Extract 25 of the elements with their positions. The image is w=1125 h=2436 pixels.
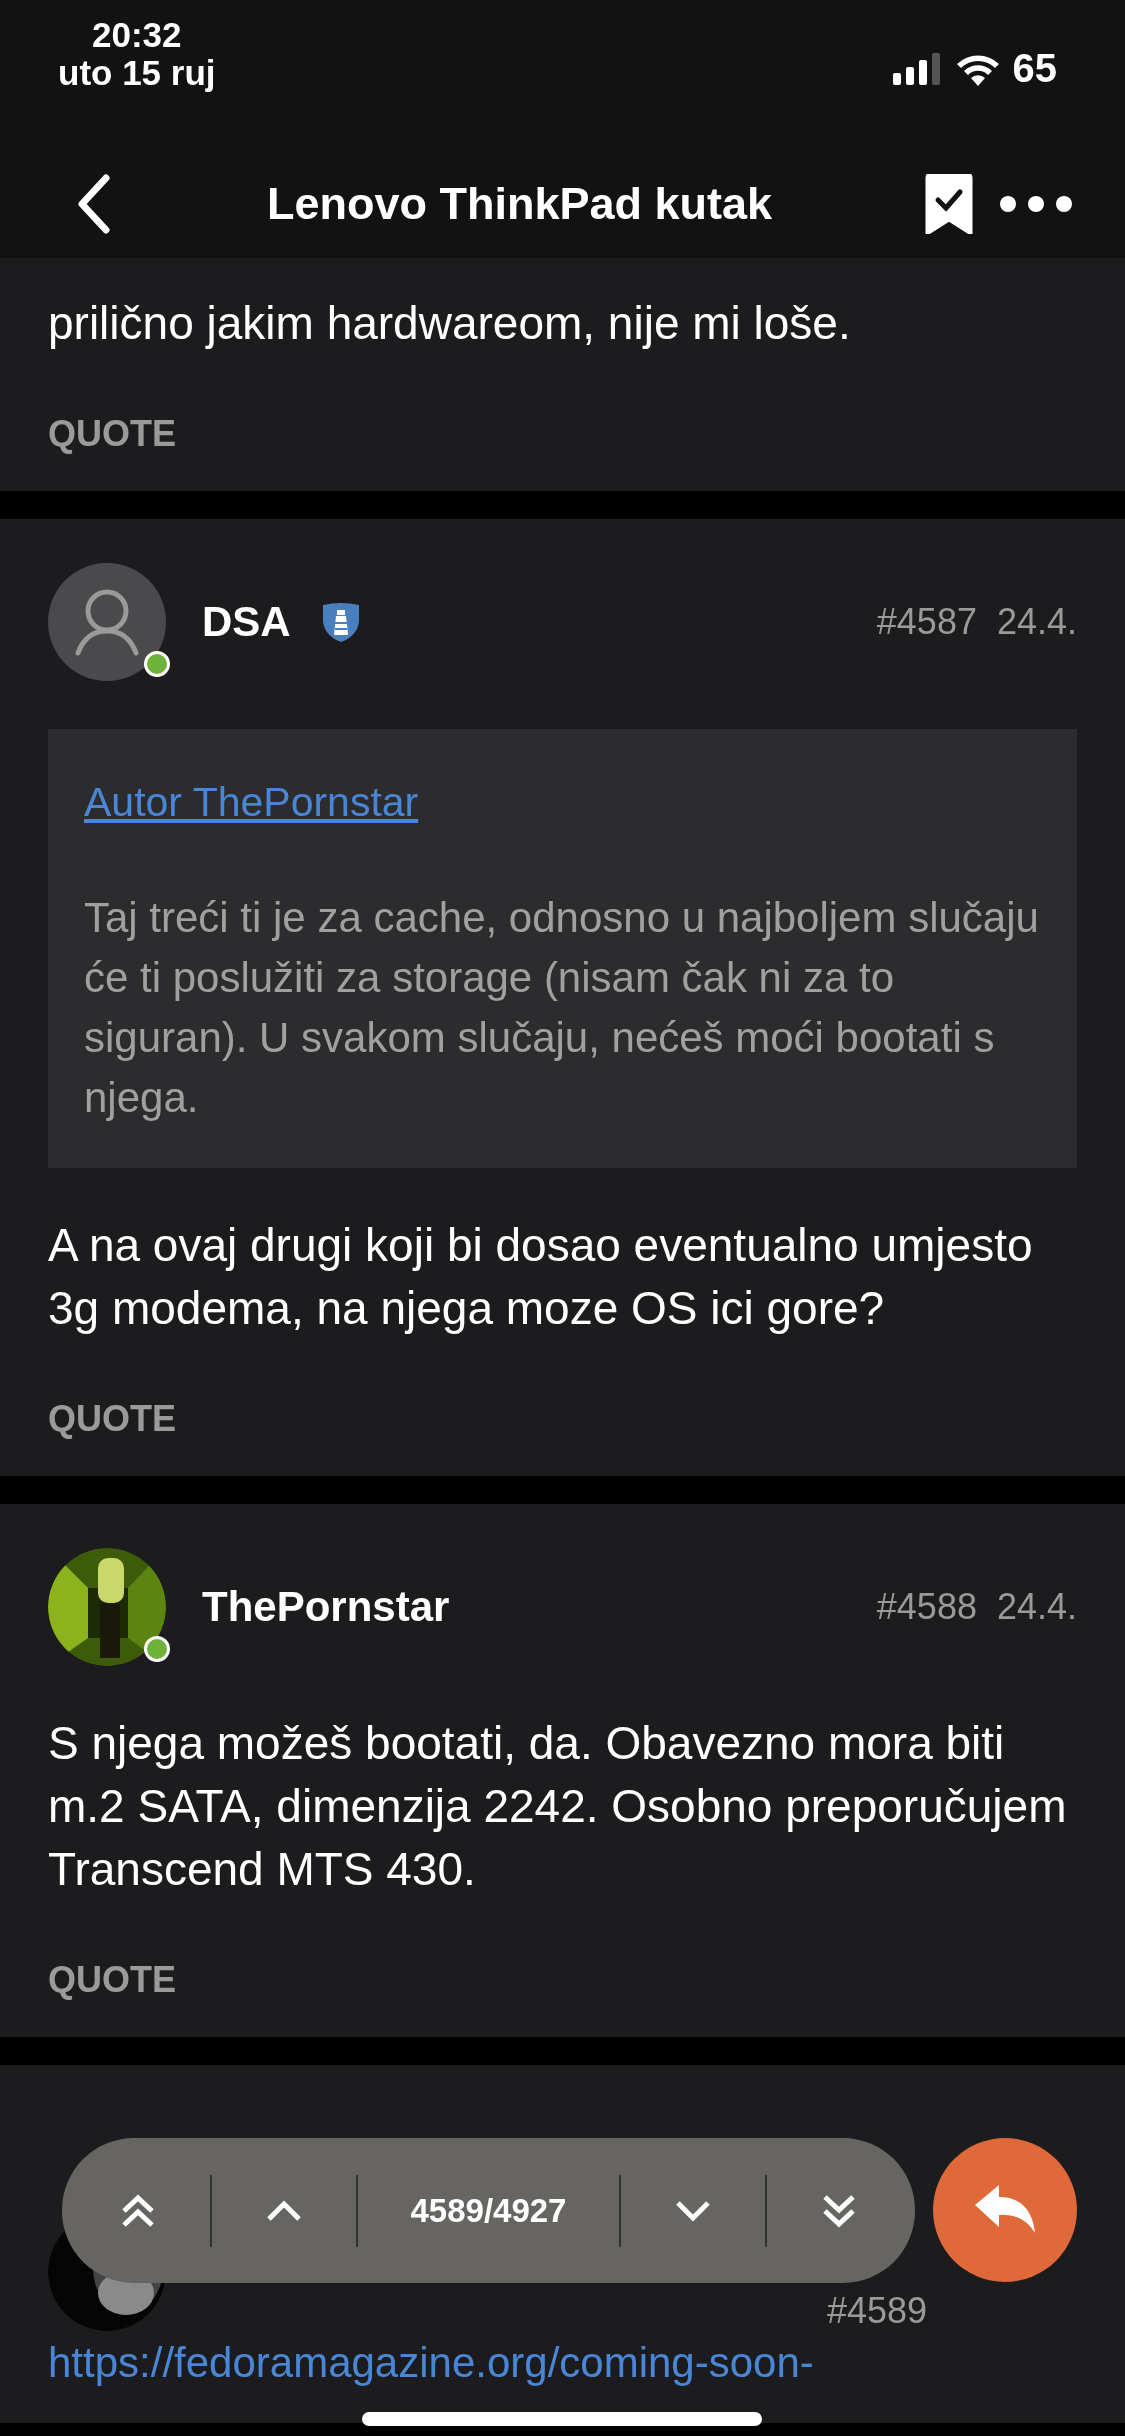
more-icon[interactable] — [999, 195, 1073, 213]
status-date: uto 15 ruj — [58, 54, 216, 92]
quote-link[interactable]: QUOTE — [48, 1959, 176, 2001]
post-position[interactable]: 4589/4927 — [410, 2191, 567, 2230]
bookmark-icon[interactable] — [925, 174, 973, 234]
quote-link[interactable]: QUOTE — [48, 413, 176, 455]
post-link[interactable]: https://fedoramagazine.org/coming-soon- — [48, 2339, 814, 2387]
status-time: 20:32 — [92, 16, 182, 54]
post-number[interactable]: #4589 — [826, 2291, 927, 2331]
post-body: S njega možeš bootati, da. Obavezno mora biti m.2 SATA, dimenzija 2242. Osobno preporučujem Transcend MTS 430. — [48, 1716, 1068, 1897]
quote-author-link[interactable]: Autor ThePornstar — [84, 779, 419, 825]
quote-link[interactable]: QUOTE — [48, 1398, 176, 1440]
quoted-text: Taj treći ti je za cache, odnosno u najboljem slučaju će ti poslužiti za storage (nisam čak ni za to siguran). U svakom slučaju, nećeš moći bootati s njega. — [84, 893, 1040, 1123]
post-date: 24.4. — [996, 601, 1077, 643]
username[interactable]: DSA — [202, 598, 291, 646]
reply-icon — [973, 2185, 1037, 2235]
post-number[interactable]: #4587 — [876, 601, 977, 643]
post-number[interactable]: #4588 — [876, 1586, 977, 1628]
post-body: prilično jakim hardwareom, nije mi loše. — [48, 296, 852, 351]
battery-level: 65 — [1012, 46, 1057, 91]
thread-title: Lenovo ThinkPad kutak — [265, 178, 774, 230]
post-date: 24.4. — [996, 1586, 1077, 1628]
username[interactable]: ThePornstar — [202, 1583, 450, 1631]
signal-icon — [892, 52, 943, 85]
post-body: A na ovaj drugi koji bi dosao eventualno umjesto 3g modema, na njega moze OS ici gore? — [48, 1218, 1034, 1336]
